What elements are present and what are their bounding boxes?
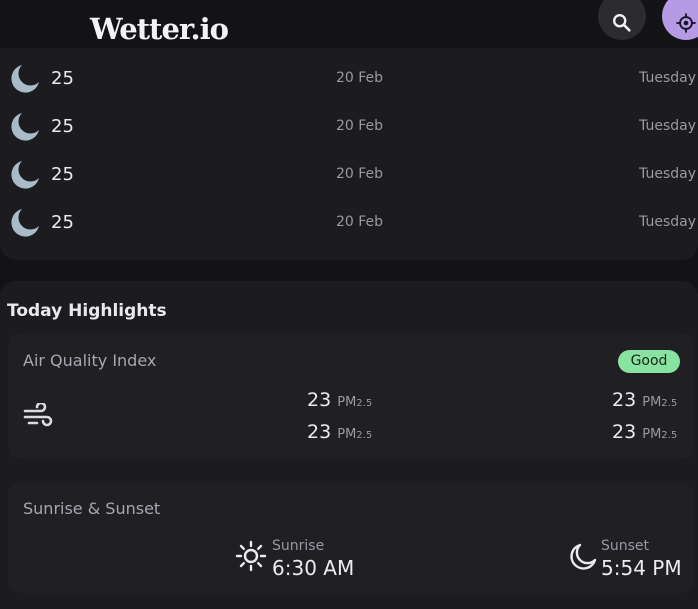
sunrise-label: Sunrise: [272, 538, 325, 554]
aqi-reading: 23 PM2.5: [307, 421, 372, 443]
sunset-time: 5:54 PM: [601, 556, 682, 580]
aqi-reading: 23 PM2.5: [612, 421, 677, 443]
forecast-item: 25 20 Feb Tuesday: [0, 202, 698, 242]
moon-icon: [11, 161, 39, 189]
forecast-day: Tuesday: [639, 214, 696, 230]
moon-icon: [11, 113, 39, 141]
aqi-unit-sub: 2.5: [356, 398, 373, 409]
forecast-temp: 25: [51, 116, 74, 137]
air-quality-card: Air Quality Index Good 23 PM2.5 23 PM2.5…: [8, 333, 694, 459]
aqi-unit-sub: 2.5: [661, 398, 678, 409]
forecast-date: 20 Feb: [336, 214, 384, 230]
sunrise-time: 6:30 AM: [272, 556, 355, 580]
aqi-reading: 23 PM2.5: [612, 389, 677, 411]
sunset-label: Sunset: [601, 538, 650, 554]
forecast-list: 25 20 Feb Tuesday 25 20 Feb Tuesday 25 2…: [0, 48, 698, 260]
forecast-date: 20 Feb: [336, 118, 384, 134]
aqi-value: 23: [612, 389, 637, 411]
forecast-item: 25 20 Feb Tuesday: [0, 106, 698, 146]
sunrise-sunset-card: Sunrise & Sunset Sunrise 6:30 AM Sunset …: [8, 483, 694, 593]
wind-icon: [23, 403, 53, 427]
forecast-date: 20 Feb: [336, 70, 384, 86]
aqi-value: 23: [307, 421, 332, 443]
forecast-day: Tuesday: [639, 118, 696, 134]
forecast-temp: 25: [51, 68, 74, 89]
aqi-unit: PM: [642, 427, 662, 442]
aqi-value: 23: [307, 389, 332, 411]
forecast-temp: 25: [51, 164, 74, 185]
forecast-day: Tuesday: [639, 70, 696, 86]
aqi-unit-sub: 2.5: [356, 430, 373, 441]
highlights-section: Today Highlights Air Quality Index Good …: [0, 281, 698, 609]
aqi-unit-sub: 2.5: [661, 430, 678, 441]
aqi-unit: PM: [642, 395, 662, 410]
sun-icon: [235, 540, 267, 572]
forecast-day: Tuesday: [639, 166, 696, 182]
app-header: Wetter.io: [0, 0, 698, 48]
current-location-button[interactable]: [662, 0, 698, 40]
air-quality-badge: Good: [618, 350, 680, 373]
aqi-unit: PM: [337, 427, 357, 442]
forecast-temp: 25: [51, 212, 74, 233]
forecast-item: 25 20 Feb Tuesday: [0, 58, 698, 98]
crescent-moon-icon: [570, 543, 597, 570]
app-logo[interactable]: Wetter.io: [90, 12, 229, 46]
aqi-unit: PM: [337, 395, 357, 410]
forecast-date: 20 Feb: [336, 166, 384, 182]
sunrise-sunset-title: Sunrise & Sunset: [23, 499, 161, 518]
aqi-reading: 23 PM2.5: [307, 389, 372, 411]
air-quality-title: Air Quality Index: [23, 351, 157, 370]
search-button[interactable]: [598, 0, 646, 40]
forecast-item: 25 20 Feb Tuesday: [0, 154, 698, 194]
aqi-value: 23: [612, 421, 637, 443]
highlights-title: Today Highlights: [7, 301, 167, 321]
search-icon: [613, 14, 631, 32]
my-location-icon: [676, 13, 696, 33]
moon-icon: [11, 65, 39, 93]
moon-icon: [11, 209, 39, 237]
